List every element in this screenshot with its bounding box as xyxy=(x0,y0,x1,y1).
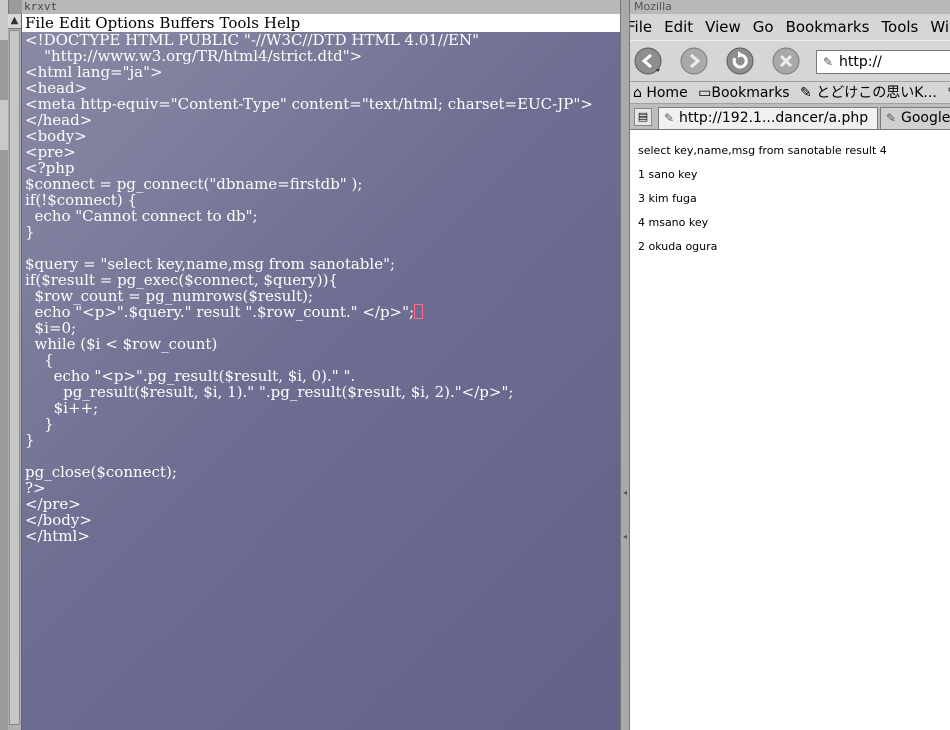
browser-titlebar[interactable]: Mozilla xyxy=(630,0,950,14)
code-line: echo "<p>".$query." result ".$row_count.… xyxy=(25,304,620,320)
tab-google-search[interactable]: ✎ Google 検索 xyxy=(880,107,950,129)
stop-x-icon xyxy=(772,47,800,75)
url-text: http:// xyxy=(839,54,882,70)
result-row: 4 msano key xyxy=(638,216,709,229)
code-line: <meta http-equiv="Content-Type" content=… xyxy=(25,95,593,113)
code-line: if(!$connect) { xyxy=(25,191,137,209)
browser-menu-bookmarks[interactable]: Bookmarks xyxy=(786,14,870,40)
code-line: $query = "select key,name,msg from sanot… xyxy=(25,255,396,273)
reload-icon xyxy=(726,47,754,75)
browser-menu-tools[interactable]: Tools xyxy=(881,14,918,40)
menu-options[interactable]: Options xyxy=(95,14,154,32)
new-tab-icon[interactable]: ▤ xyxy=(634,108,652,126)
code-line: pg_close($connect); xyxy=(25,463,177,481)
code-line: $i=0; xyxy=(25,319,77,337)
editor-buffer[interactable]: <!DOCTYPE HTML PUBLIC "-//W3C//DTD HTML … xyxy=(22,32,620,730)
page-icon: ✎ xyxy=(823,55,834,69)
terminal-scrollbar[interactable]: ▲ xyxy=(8,14,22,730)
bookmark-icon: ✎ xyxy=(800,85,812,101)
result-header: select key,name,msg from sanotable resul… xyxy=(638,144,887,157)
code-line: <body> xyxy=(25,127,87,145)
code-text: <!DOCTYPE HTML PUBLIC "-//W3C//DTD HTML … xyxy=(22,32,620,544)
home-bookmark[interactable]: ⌂ Home xyxy=(633,82,688,103)
code-line: echo "Cannot connect to db"; xyxy=(25,207,258,225)
code-line: </head> xyxy=(25,111,93,129)
code-line: </pre> xyxy=(25,495,81,513)
forward-button[interactable] xyxy=(680,47,708,75)
code-line: <!DOCTYPE HTML PUBLIC "-//W3C//DTD HTML … xyxy=(25,32,480,49)
code-line: ?> xyxy=(25,479,46,497)
code-line: <?php xyxy=(25,159,75,177)
home-icon: ⌂ xyxy=(633,85,642,101)
code-line: $i++; xyxy=(25,399,99,417)
code-line: $row_count = pg_numrows($result); xyxy=(25,287,314,305)
browser-menu-view[interactable]: View xyxy=(705,14,741,40)
code-line: "http://www.w3.org/TR/html4/strict.dtd"> xyxy=(25,47,363,65)
code-line: if($result = pg_exec($connect, $query)){ xyxy=(25,271,338,289)
back-button[interactable] xyxy=(634,47,662,75)
terminal-menubar: File Edit Options Buffers Tools Help xyxy=(22,14,620,32)
menu-file[interactable]: File xyxy=(25,14,54,32)
browser-menu-go[interactable]: Go xyxy=(753,14,774,40)
text-cursor xyxy=(414,304,424,319)
result-row: 2 okuda ogura xyxy=(638,240,718,253)
code-line: </body> xyxy=(25,511,92,529)
forward-arrow-icon xyxy=(680,47,708,75)
browser-menubar: File Edit View Go Bookmarks Tools Window xyxy=(630,14,950,40)
bookmarks-toolbar: ⌂ Home ▭Bookmarks ✎ とどけこの思いK... ✎ xyxy=(630,82,950,104)
code-line: </html> xyxy=(25,527,90,545)
code-line: pg_result($result, $i, 1)." ".pg_result(… xyxy=(25,383,514,401)
grip-icon: ◂ xyxy=(623,488,628,497)
code-line: } xyxy=(25,431,35,449)
code-line: <head> xyxy=(25,79,88,97)
tab-active-page[interactable]: ✎ http://192.1...dancer/a.php xyxy=(658,107,878,129)
page-icon: ✎ xyxy=(664,111,675,125)
page-icon: ✎ xyxy=(886,111,897,125)
code-line: echo "<p>".pg_result($result, $i, 0)." "… xyxy=(25,367,356,385)
browser-menu-file[interactable]: File xyxy=(630,14,652,40)
menu-tools[interactable]: Tools xyxy=(220,14,259,32)
menu-edit[interactable]: Edit xyxy=(59,14,90,32)
reload-button[interactable] xyxy=(726,47,754,75)
stop-button[interactable] xyxy=(772,47,800,75)
navigation-toolbar: ✎ http:// xyxy=(630,40,950,82)
tab-bar: ▤ ✎ http://192.1...dancer/a.php ✎ Google… xyxy=(630,104,950,130)
code-line: } xyxy=(25,415,54,433)
back-arrow-icon xyxy=(634,47,662,75)
grip-icon: ◂ xyxy=(623,532,628,541)
result-row: 1 sano key xyxy=(638,168,698,181)
code-line: $connect = pg_connect("dbname=firstdb" )… xyxy=(25,175,363,193)
scroll-up-arrow-icon[interactable]: ▲ xyxy=(8,14,21,29)
url-input[interactable]: ✎ http:// xyxy=(816,50,950,74)
menu-help[interactable]: Help xyxy=(264,14,300,32)
code-line: <pre> xyxy=(25,143,76,161)
browser-menu-edit[interactable]: Edit xyxy=(664,14,693,40)
folder-icon: ▭ xyxy=(698,85,712,101)
menu-buffers[interactable]: Buffers xyxy=(159,14,214,32)
bookmarks-folder[interactable]: ▭Bookmarks xyxy=(698,82,789,103)
scroll-thumb[interactable] xyxy=(9,30,20,725)
page-content: select key,name,msg from sanotable resul… xyxy=(630,130,950,730)
bookmark-item[interactable]: ✎ とどけこの思いK... xyxy=(800,82,937,103)
code-line: { xyxy=(25,351,54,369)
browser-menu-window[interactable]: Window xyxy=(930,14,950,40)
result-row: 3 kim fuga xyxy=(638,192,697,205)
code-line: } xyxy=(25,223,35,241)
code-line: <html lang="ja"> xyxy=(25,63,163,81)
window-divider[interactable]: ◂ ◂ xyxy=(620,0,630,730)
terminal-titlebar[interactable]: krxvt xyxy=(22,0,620,14)
code-line: while ($i < $row_count) xyxy=(25,335,218,353)
